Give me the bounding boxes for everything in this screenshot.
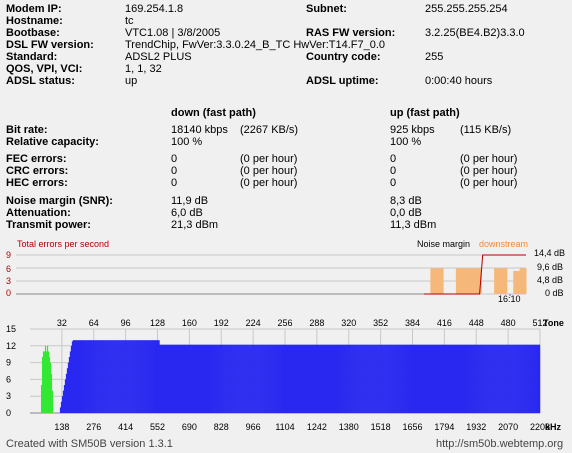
tone-y-tick-label: 15 — [6, 324, 16, 334]
noise-area-segment — [513, 270, 521, 294]
stat-up-hec: 0 — [390, 177, 397, 189]
stat-down-capacity: 100 % — [171, 136, 203, 148]
errors-chart: Total errors per second 9 6 3 0 Noise ma… — [6, 239, 565, 304]
tone-chart: 32 64 96 128 160 192 224 256 288 320 352 384 416 448 4… — [6, 318, 564, 430]
noise-tick-0: 0 dB — [545, 288, 564, 298]
khz-tick-label: 138 — [54, 422, 69, 430]
noise-margin-label: Noise margin — [417, 239, 470, 249]
khz-tick-label: 1242 — [307, 422, 327, 430]
khz-tick-label: 1104 — [275, 422, 294, 430]
adsl-status-label: ADSL status: — [6, 75, 75, 87]
tone-tick-label: 256 — [277, 318, 292, 328]
country-code-value: 255 — [425, 51, 444, 63]
noise-area-segment — [455, 268, 463, 294]
err-tick-6: 6 — [6, 264, 11, 274]
tone-tick-label: 384 — [405, 318, 420, 328]
stat-down-extra-bitrate: (2267 KB/s) — [240, 124, 299, 136]
tone-tick-label: 480 — [501, 318, 516, 328]
tone-y-tick-label: 9 — [6, 358, 11, 368]
tone-tick-label: 192 — [214, 318, 229, 328]
khz-tick-label: 828 — [214, 422, 229, 430]
tone-tick-label: 32 — [57, 318, 67, 328]
khz-tick-label: 2070 — [498, 422, 518, 430]
stat-up-txpower: 11,3 dBm — [390, 219, 437, 231]
khz-tick-label: 1794 — [434, 422, 454, 430]
tone-tick-label: 352 — [373, 318, 388, 328]
tone-bottom-ticks: 138 276 414 552 690 828 966 1104 1242 1380 1518 165… — [54, 422, 550, 430]
noise-tick-4: 4,8 dB — [537, 275, 563, 285]
stat-down-hec: 0 — [171, 177, 178, 189]
khz-tick-label: 1932 — [466, 422, 486, 430]
tone-y-tick-label: 6 — [6, 374, 11, 384]
tone-tick-label: 96 — [121, 318, 131, 328]
subnet-label: Subnet: — [306, 3, 347, 15]
stat-down-txpower: 21,3 dBm — [171, 219, 219, 231]
tone-bar — [539, 344, 541, 413]
tone-bars — [40, 340, 541, 413]
tone-tick-label: 224 — [246, 318, 261, 328]
tone-top-ticks: 32 64 96 128 160 192 224 256 288 320 352 384 416 448 4… — [57, 318, 548, 328]
tone-tick-label: 416 — [437, 318, 452, 328]
country-code-label: Country code: — [306, 51, 381, 63]
khz-tick-label: 690 — [182, 422, 197, 430]
tone-axis-label: Tone — [543, 318, 564, 328]
subnet-value: 255.255.255.254 — [425, 3, 508, 15]
tone-tick-label: 64 — [89, 318, 99, 328]
stat-up-capacity: 100 % — [390, 136, 422, 148]
adsl-uptime-label: ADSL uptime: — [306, 75, 379, 87]
tone-bar — [51, 390, 54, 413]
tone-y-ticks: 15 12 9 6 3 0 — [6, 324, 16, 418]
stat-label-hec: HEC errors: — [6, 177, 68, 189]
noise-area-segment — [494, 268, 501, 294]
khz-tick-label: 552 — [150, 422, 165, 430]
khz-tick-label: 414 — [118, 422, 133, 430]
noise-time-label: 16:10 — [498, 294, 521, 304]
noise-tick-14: 14,4 dB — [534, 248, 565, 258]
noise-area-segment — [500, 268, 508, 294]
tone-y-tick-label: 3 — [6, 391, 11, 401]
noise-area-segment — [519, 268, 527, 294]
footer-url[interactable]: http://sm50b.webtemp.org — [436, 438, 563, 451]
ras-fw-value: 3.2.25(BE4.B2)3.3.0 — [425, 27, 525, 39]
adsl-status-value: up — [125, 75, 138, 87]
noise-tick-9: 9,6 dB — [537, 262, 563, 272]
stat-label-capacity: Relative capacity: — [6, 136, 99, 148]
err-grid — [16, 254, 424, 282]
khz-tick-label: 1656 — [402, 422, 422, 430]
khz-tick-label: 1380 — [339, 422, 359, 430]
khz-axis-label: kHz — [545, 422, 562, 430]
stat-label-txpower: Transmit power: — [6, 219, 91, 231]
ras-fw-label: RAS FW version: — [306, 27, 396, 39]
tone-tick-label: 288 — [309, 318, 324, 328]
tone-tick-label: 128 — [150, 318, 165, 328]
sm50b-report: Modem IP: 169.254.1.8 Hostname: tc Bootb… — [0, 0, 572, 453]
stat-up-extra-hec: (0 per hour) — [460, 177, 518, 189]
tone-tick-label: 320 — [341, 318, 356, 328]
stat-down-extra-hec: (0 per hour) — [240, 177, 298, 189]
noise-downstream-legend: downstream — [479, 239, 528, 249]
created-with: Created with SM50B version 1.3.1 — [6, 438, 173, 450]
err-tick-9: 9 — [6, 250, 11, 260]
adsl-uptime-value: 0:00:40 hours — [425, 75, 493, 87]
noise-area-segment — [462, 268, 470, 294]
noise-area-segment — [430, 268, 438, 294]
khz-tick-label: 966 — [246, 422, 261, 430]
tone-tick-label: 448 — [469, 318, 484, 328]
tone-y-tick-label: 12 — [6, 341, 16, 351]
err-tick-3: 3 — [6, 276, 11, 286]
down-header: down (fast path) — [171, 107, 256, 119]
errors-chart-title: Total errors per second — [17, 239, 109, 249]
noise-area-segment — [436, 268, 444, 294]
noise-area-segment — [468, 268, 476, 294]
up-header: up (fast path) — [390, 107, 460, 119]
khz-tick-label: 276 — [86, 422, 101, 430]
stat-up-extra-bitrate: (115 KB/s) — [460, 124, 512, 136]
tone-y-tick-label: 0 — [6, 408, 11, 418]
khz-tick-label: 1518 — [371, 422, 391, 430]
err-tick-0: 0 — [6, 288, 11, 298]
tone-tick-label: 160 — [182, 318, 197, 328]
